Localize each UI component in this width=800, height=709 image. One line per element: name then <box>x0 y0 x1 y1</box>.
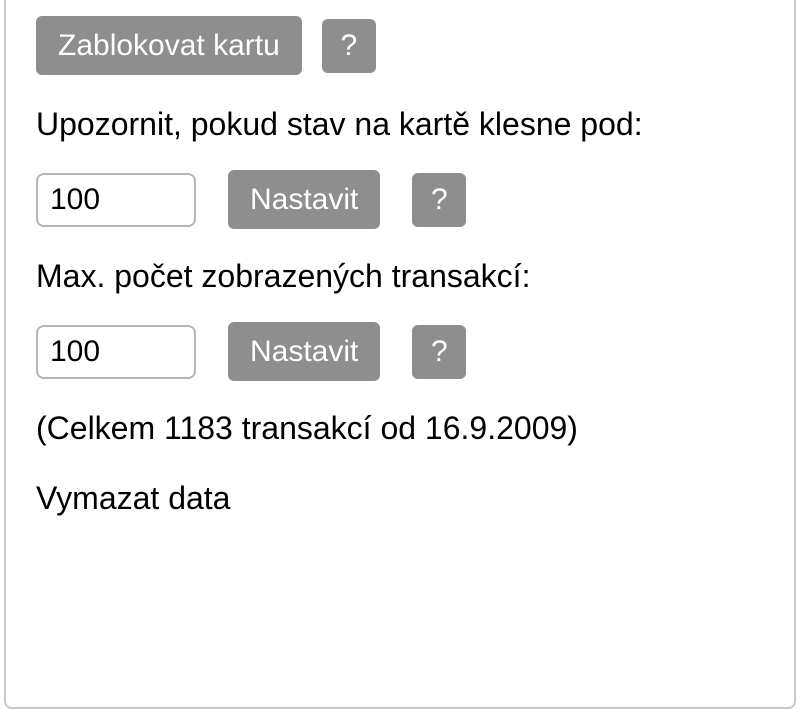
max-transactions-label: Max. počet zobrazených transakcí: <box>36 255 764 298</box>
block-card-button[interactable]: Zablokovat kartu <box>36 16 302 75</box>
alert-threshold-set-button[interactable]: Nastavit <box>228 170 380 229</box>
block-card-row: Zablokovat kartu ? <box>36 16 764 75</box>
block-card-help-button[interactable]: ? <box>322 19 376 73</box>
alert-threshold-input[interactable] <box>36 173 196 227</box>
transactions-summary: (Celkem 1183 transakcí od 16.9.2009) <box>36 407 764 450</box>
alert-threshold-label: Upozornit, pokud stav na kartě klesne po… <box>36 103 764 146</box>
alert-threshold-help-button[interactable]: ? <box>412 173 466 227</box>
delete-data-label: Vymazat data <box>36 477 764 520</box>
max-transactions-row: Nastavit ? <box>36 322 764 381</box>
alert-threshold-row: Nastavit ? <box>36 170 764 229</box>
max-transactions-input[interactable] <box>36 325 196 379</box>
max-transactions-help-button[interactable]: ? <box>412 325 466 379</box>
max-transactions-set-button[interactable]: Nastavit <box>228 322 380 381</box>
settings-panel: Zablokovat kartu ? Upozornit, pokud stav… <box>4 0 796 709</box>
